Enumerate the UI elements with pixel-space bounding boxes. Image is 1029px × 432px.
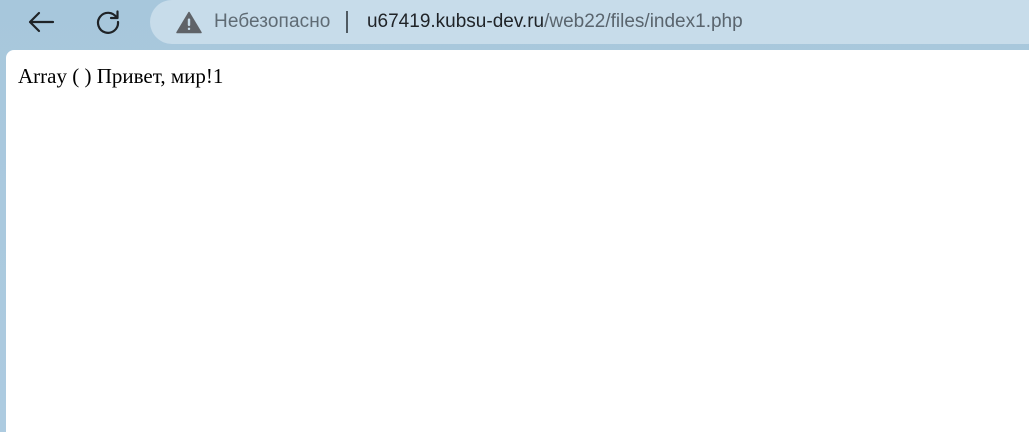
- warning-triangle-icon: [176, 11, 202, 33]
- reload-icon: [96, 10, 120, 34]
- back-button[interactable]: [24, 5, 58, 39]
- url-path: /web22/files/index1.php: [544, 11, 743, 32]
- address-divider: [346, 11, 348, 33]
- arrow-left-icon: [28, 11, 55, 33]
- page-viewport: Array ( ) Привет, мир!1: [6, 50, 1029, 432]
- url-host: u67419.kubsu-dev.ru: [366, 11, 545, 32]
- url-text[interactable]: u67419.kubsu-dev.ru/web22/files/index1.p…: [367, 11, 743, 33]
- security-label: Небезопасно: [214, 11, 331, 32]
- site-security-indicator[interactable]: Небезопасно: [176, 0, 330, 44]
- address-bar[interactable]: Небезопасно u67419.kubsu-dev.ru/web22/fi…: [150, 0, 1029, 44]
- browser-window: Небезопасно u67419.kubsu-dev.ru/web22/fi…: [0, 0, 1029, 432]
- reload-button[interactable]: [91, 5, 125, 39]
- browser-toolbar: Небезопасно u67419.kubsu-dev.ru/web22/fi…: [0, 0, 1029, 46]
- page-body-text: Array ( ) Привет, мир!1: [18, 64, 224, 88]
